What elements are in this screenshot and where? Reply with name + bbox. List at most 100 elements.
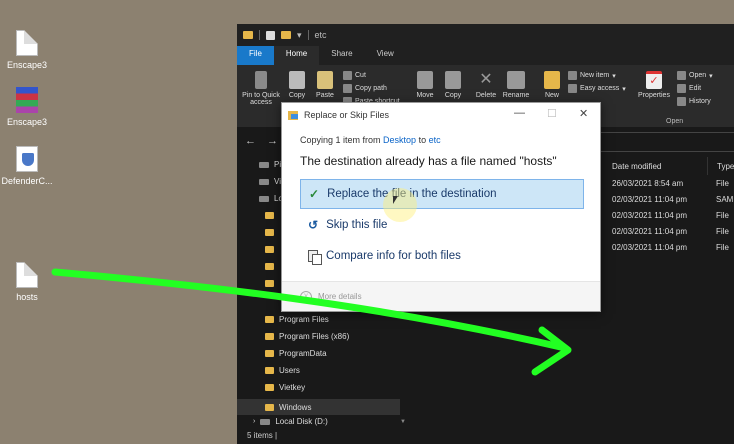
nav-item-vietkey[interactable]: Vietkey <box>265 383 305 392</box>
open-group-label: Open <box>666 118 684 125</box>
to-text: to <box>416 135 429 145</box>
replace-or-skip-dialog[interactable]: Replace or Skip Files — ☐ ✕ Copying 1 it… <box>281 102 601 312</box>
copying-status: Copying 1 item from Desktop to etc <box>300 135 441 145</box>
forward-arrow-icon[interactable]: → <box>267 135 278 147</box>
nav-item[interactable]: Pi <box>259 160 281 169</box>
copy-to-button[interactable]: Copy <box>442 71 464 99</box>
tab-share[interactable]: Share <box>319 46 364 65</box>
cut-button[interactable]: Cut <box>343 71 366 80</box>
divider <box>307 30 309 40</box>
nav-item-program-files-x86[interactable]: Program Files (x86) <box>265 332 349 341</box>
nav-folder-stub[interactable] <box>265 263 274 270</box>
new-folder-button[interactable]: New <box>541 71 563 99</box>
copy-path-label: Copy path <box>355 85 387 92</box>
folder-icon <box>265 367 274 374</box>
cut-label: Cut <box>355 72 366 79</box>
history-button[interactable]: History <box>677 97 711 106</box>
nav-folder-stub[interactable] <box>265 212 274 219</box>
folder-icon <box>265 212 274 219</box>
skip-arrow-icon: ↺ <box>308 218 319 232</box>
nav-item-programdata[interactable]: ProgramData <box>265 349 327 358</box>
properties-quick-icon[interactable] <box>266 30 275 40</box>
rename-icon <box>507 71 525 89</box>
nav-item-label: Vi <box>274 177 281 186</box>
new-item-icon <box>568 71 577 80</box>
nav-folder-stub[interactable] <box>265 280 274 287</box>
folder-icon <box>265 384 274 391</box>
file-date: 02/03/2021 11:04 pm <box>612 243 688 252</box>
rename-label: Rename <box>502 92 530 99</box>
open-button[interactable]: Open ▾ <box>677 71 713 80</box>
pin-icon <box>255 71 267 89</box>
copy-to-icon <box>445 71 461 89</box>
properties-check-icon: ✓ <box>646 71 662 89</box>
nav-item-label: ProgramData <box>279 349 327 358</box>
compare-option[interactable]: Compare info for both files <box>300 241 584 271</box>
file-date: 02/03/2021 11:04 pm <box>612 227 688 236</box>
tab-view[interactable]: View <box>365 46 406 65</box>
destination-link[interactable]: etc <box>429 135 441 145</box>
file-date: 02/03/2021 11:04 pm <box>612 195 688 204</box>
pin-button[interactable]: Pin to Quick access <box>240 71 282 106</box>
minimize-button[interactable]: — <box>514 107 525 119</box>
folder-icon <box>265 316 274 323</box>
file-copy-icon <box>288 110 298 120</box>
desktop-icon-hosts[interactable]: hosts <box>0 262 57 302</box>
maximize-button[interactable]: ☐ <box>547 107 557 120</box>
file-type: File <box>716 179 729 188</box>
status-bar: 5 items | <box>237 431 734 444</box>
explorer-titlebar[interactable]: ▾ etc <box>237 24 734 46</box>
scissors-icon <box>343 71 352 80</box>
scroll-down-arrow-icon[interactable]: ▼ <box>400 419 406 425</box>
tab-home[interactable]: Home <box>273 46 320 65</box>
open-icon <box>677 71 686 80</box>
copy-to-label: Copy <box>444 92 462 99</box>
tab-file[interactable]: File <box>237 46 274 65</box>
paste-button[interactable]: Paste <box>313 71 337 99</box>
new-item-label: New item <box>580 72 610 79</box>
column-type[interactable]: Type <box>713 157 734 175</box>
desktop-icon-label: Enscape3 <box>6 60 48 70</box>
rename-button[interactable]: Rename <box>501 71 531 99</box>
nav-item-users[interactable]: Users <box>265 366 300 375</box>
easy-access-label: Easy access <box>580 85 620 92</box>
compare-files-icon <box>308 250 322 265</box>
close-button[interactable]: ✕ <box>579 107 588 120</box>
desktop-icon-enscape3-archive[interactable]: Enscape3 <box>0 87 57 127</box>
nav-item[interactable]: Lo <box>259 194 283 203</box>
source-link[interactable]: Desktop <box>383 135 416 145</box>
nav-item-label: Users <box>279 366 300 375</box>
paste-icon <box>317 71 333 89</box>
desktop-icon-defender[interactable]: DefenderC... <box>0 146 57 186</box>
column-date-modified[interactable]: Date modified <box>608 157 708 175</box>
nav-item-windows[interactable]: Windows <box>237 399 400 415</box>
delete-button[interactable]: ✕ Delete <box>474 71 498 99</box>
properties-button[interactable]: ✓ Properties <box>636 71 672 99</box>
copy-label: Copy <box>288 92 306 99</box>
more-details-toggle[interactable]: ˅ More details <box>282 281 600 311</box>
pin-label: Pin to Quick access <box>242 92 280 106</box>
new-folder-quick-icon[interactable] <box>281 31 291 39</box>
nav-folder-stub[interactable] <box>265 246 274 253</box>
copy-path-button[interactable]: Copy path <box>343 84 387 93</box>
new-item-button[interactable]: New item ▾ <box>568 71 616 80</box>
move-to-button[interactable]: Move <box>414 71 436 99</box>
nav-item[interactable]: Vi <box>259 177 281 186</box>
desktop-icon-enscape3[interactable]: Enscape3 <box>0 30 57 70</box>
copy-button[interactable]: Copy <box>286 71 308 99</box>
nav-item-program-files[interactable]: Program Files <box>265 315 329 324</box>
nav-folder-stub[interactable] <box>265 229 274 236</box>
nav-item-local-disk-d[interactable]: › Local Disk (D:) <box>253 417 328 426</box>
replace-option[interactable]: ✓ Replace the file in the destination <box>300 179 584 209</box>
back-arrow-icon[interactable]: ← <box>245 135 256 147</box>
delete-icon: ✕ <box>479 71 493 88</box>
easy-access-button[interactable]: Easy access ▾ <box>568 84 626 93</box>
edit-button[interactable]: Edit <box>677 84 701 93</box>
move-icon <box>417 71 433 89</box>
skip-option[interactable]: ↺ Skip this file <box>300 210 584 240</box>
folder-icon <box>544 71 560 89</box>
chevron-down-icon: ˅ <box>300 290 312 303</box>
dropdown-icon[interactable]: ▾ <box>297 30 302 41</box>
item-count: 5 items <box>247 431 273 440</box>
folder-icon <box>265 403 274 411</box>
